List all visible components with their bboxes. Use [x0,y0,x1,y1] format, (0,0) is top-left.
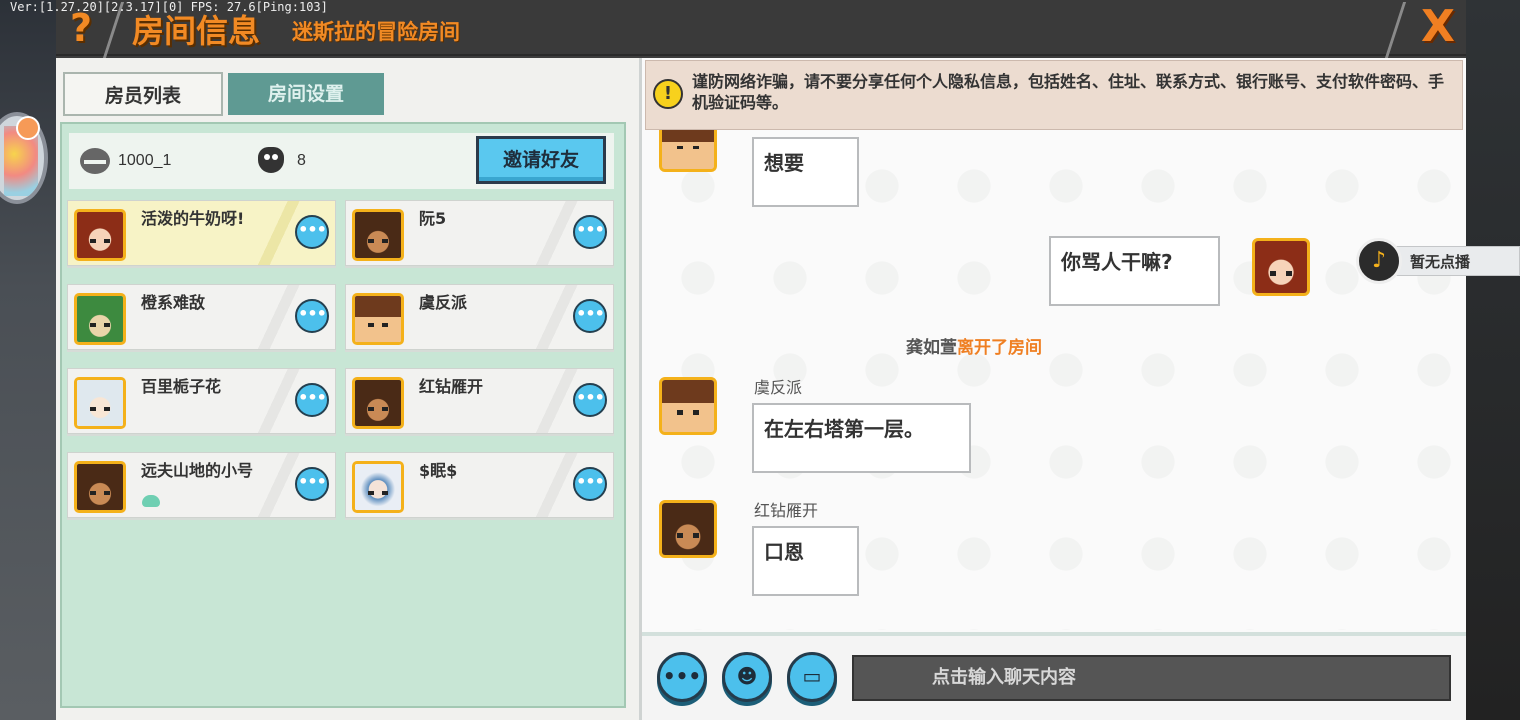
more-options-icon[interactable]: ••• [573,467,607,501]
avatar [659,377,717,435]
member-name: 阮5 [419,209,447,228]
warning-icon: ! [653,79,683,109]
system-message: 龚如萱离开了房间 [906,338,1042,358]
avatar [74,377,126,429]
member-count: 8 [297,152,306,169]
member-name: 活泼的牛奶呀! [141,209,245,228]
member-count-icon [258,147,284,173]
avatar [352,461,404,513]
avatar [74,209,126,261]
chat-bubble: 你骂人干嘛? [1049,236,1220,306]
cloud-icon [142,495,160,507]
member-name: $眠$ [419,461,458,480]
server-icon [80,148,110,174]
sender-name: 红钻雁开 [754,501,819,520]
tab-member-list[interactable]: 房员列表 [63,72,223,116]
music-status: 暂无点播 [1410,253,1471,271]
member-card[interactable]: 远夫山地的小号 ••• [67,452,336,518]
chat-input[interactable]: 点击输入聊天内容 [852,655,1451,701]
debug-info: Ver:[1.27.20][2.3.17][0] FPS: 27.6[Ping:… [10,0,328,14]
member-card[interactable]: 百里栀子花 ••• [67,368,336,434]
more-options-icon[interactable]: ••• [573,215,607,249]
tab-room-settings[interactable]: 房间设置 [228,73,384,115]
more-icon[interactable]: ••• [657,652,707,702]
avatar [1252,238,1310,296]
member-card[interactable]: 活泼的牛奶呀! ••• [67,200,336,266]
chat-bubble: 想要 [752,137,859,207]
avatar [74,461,126,513]
room-id: 1000_1 [118,152,172,169]
member-name: 远夫山地的小号 [141,461,254,480]
avatar [352,293,404,345]
member-card[interactable]: 橙系难敌 ••• [67,284,336,350]
music-request-widget[interactable]: ♪ 暂无点播 [1356,238,1520,284]
more-options-icon[interactable]: ••• [573,383,607,417]
more-options-icon[interactable]: ••• [295,215,329,249]
music-note-icon: ♪ [1356,238,1402,284]
game-background-left [0,0,56,720]
avatar [352,209,404,261]
room-name: 迷斯拉的冒险房间 [292,20,460,44]
member-name: 百里栀子花 [141,377,222,396]
member-name: 红钻雁开 [419,377,484,396]
avatar [659,500,717,558]
invite-friends-button[interactable]: 邀请好友 [476,136,606,184]
keyboard-icon[interactable]: ▭ [787,652,837,702]
member-card[interactable]: 虞反派 ••• [345,284,614,350]
chat-bubble: 口恩 [752,526,859,596]
member-card[interactable]: 红钻雁开 ••• [345,368,614,434]
warning-text: 谨防网络诈骗，请不要分享任何个人隐私信息，包括姓名、住址、联系方式、银行账号、支… [692,72,1445,112]
more-options-icon[interactable]: ••• [295,383,329,417]
avatar [659,130,717,172]
avatar [352,377,404,429]
more-options-icon[interactable]: ••• [573,299,607,333]
member-name: 橙系难敌 [141,293,206,312]
more-options-icon[interactable]: ••• [295,299,329,333]
more-options-icon[interactable]: ••• [295,467,329,501]
notification-dot [16,116,40,140]
member-card[interactable]: 阮5 ••• [345,200,614,266]
avatar [74,293,126,345]
chat-bubble: 在左右塔第一层。 [752,403,971,473]
sender-name: 虞反派 [754,378,803,397]
game-background-right [1466,0,1520,720]
emoji-icon[interactable]: ☻ [722,652,772,702]
member-name: 虞反派 [419,293,468,312]
member-card[interactable]: $眠$ ••• [345,452,614,518]
close-icon[interactable]: X [1416,4,1460,50]
